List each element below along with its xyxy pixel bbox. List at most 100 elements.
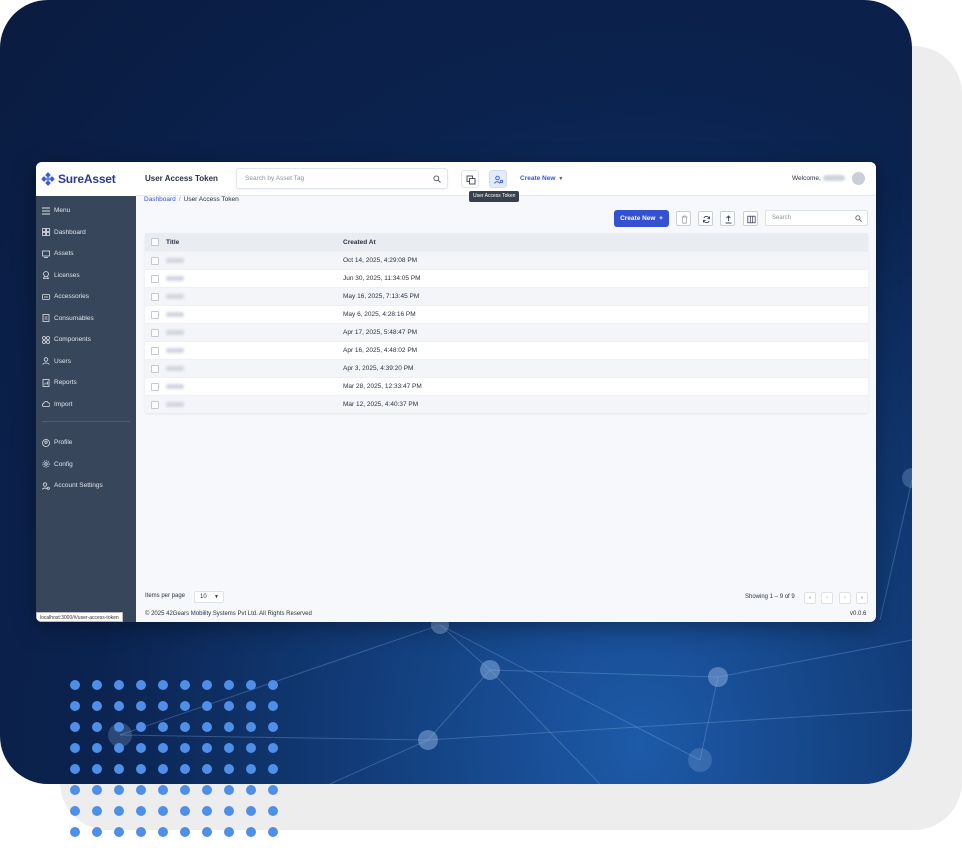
avatar[interactable]: [852, 172, 865, 185]
refresh-button[interactable]: [698, 211, 713, 226]
row-checkbox[interactable]: [151, 347, 159, 355]
table-row[interactable]: Oct 14, 2025, 4:29:08 PM: [145, 251, 868, 269]
main-content: User Access Token Search by Asset Tag Cr…: [136, 162, 876, 622]
decor-dot: [180, 827, 190, 837]
decor-dot: [202, 722, 212, 732]
marketing-frame: SureAsset Menu Dashboard Assets Licenses…: [0, 0, 962, 848]
column-header-created-at[interactable]: Created At: [343, 239, 376, 246]
delete-button[interactable]: [676, 211, 691, 226]
sidebar-item-components[interactable]: Components: [36, 329, 136, 351]
sidebar-item-account-settings[interactable]: Account Settings: [36, 475, 136, 497]
create-new-dropdown[interactable]: Create New ▼: [520, 175, 563, 182]
columns-icon: [747, 215, 756, 224]
decor-dot: [246, 764, 256, 774]
decor-dot: [180, 785, 190, 795]
decor-dot: [136, 701, 146, 711]
decor-dot: [136, 743, 146, 753]
table-row[interactable]: May 6, 2025, 4:28:16 PM: [145, 305, 868, 323]
copy-button[interactable]: [461, 170, 479, 188]
sidebar-item-profile[interactable]: Profile: [36, 432, 136, 454]
user-key-icon: [494, 175, 504, 184]
decor-dot: [114, 680, 124, 690]
row-checkbox[interactable]: [151, 329, 159, 337]
breadcrumb-current: User Access Token: [183, 196, 239, 203]
dot-grid-decoration: [70, 680, 290, 848]
decor-dot: [158, 722, 168, 732]
row-checkbox[interactable]: [151, 293, 159, 301]
decor-dot: [224, 806, 234, 816]
sidebar-item-dashboard[interactable]: Dashboard: [36, 222, 136, 244]
prev-page-button[interactable]: ‹: [821, 592, 833, 604]
decor-dot: [136, 827, 146, 837]
table-search-placeholder: Search: [772, 215, 792, 221]
items-per-page-select[interactable]: 10 ▼: [194, 591, 224, 603]
created-at-cell: Jun 30, 2025, 11:34:05 PM: [343, 275, 421, 282]
sidebar-item-users[interactable]: Users: [36, 351, 136, 373]
sidebar-item-licenses[interactable]: Licenses: [36, 265, 136, 287]
row-checkbox[interactable]: [151, 275, 159, 283]
page-title: User Access Token: [145, 174, 218, 183]
decor-dot: [202, 827, 212, 837]
welcome-text: Welcome,: [792, 175, 845, 182]
decor-dot: [70, 743, 80, 753]
sidebar-item-accessories[interactable]: Accessories: [36, 286, 136, 308]
table-row[interactable]: Apr 3, 2025, 4:39:20 PM: [145, 359, 868, 377]
decor-dot: [268, 722, 278, 732]
token-title-blurred: [166, 402, 184, 407]
created-at-cell: Apr 3, 2025, 4:39:20 PM: [343, 365, 414, 372]
breadcrumb: Dashboard / User Access Token: [144, 196, 239, 203]
sidebar-item-menu[interactable]: Menu: [36, 200, 136, 222]
asset-tag-search-input[interactable]: Search by Asset Tag: [236, 168, 448, 189]
select-all-checkbox[interactable]: [151, 238, 159, 246]
table-row[interactable]: May 16, 2025, 7:13:45 PM: [145, 287, 868, 305]
sidebar-item-label: Profile: [54, 439, 73, 447]
table-row[interactable]: Apr 17, 2025, 5:48:47 PM: [145, 323, 868, 341]
next-page-button[interactable]: ›: [839, 592, 851, 604]
row-checkbox[interactable]: [151, 383, 159, 391]
table-row[interactable]: Mar 28, 2025, 12:33:47 PM: [145, 377, 868, 395]
sidebar-item-label: Accessories: [54, 293, 90, 301]
created-at-cell: Mar 28, 2025, 12:33:47 PM: [343, 383, 422, 390]
sidebar-item-reports[interactable]: Reports: [36, 372, 136, 394]
export-button[interactable]: [720, 211, 735, 226]
decor-dot: [246, 701, 256, 711]
decor-dot: [224, 785, 234, 795]
decor-dot: [136, 680, 146, 690]
logo-text: SureAsset: [58, 172, 116, 186]
columns-button[interactable]: [743, 211, 758, 226]
sidebar-item-consumables[interactable]: Consumables: [36, 308, 136, 330]
trash-icon: [681, 215, 688, 224]
table-row[interactable]: Jun 30, 2025, 11:34:05 PM: [145, 269, 868, 287]
sidebar-item-label: Users: [54, 357, 71, 365]
row-checkbox[interactable]: [151, 311, 159, 319]
decor-dot: [70, 722, 80, 732]
decor-dot: [224, 701, 234, 711]
plus-icon: +: [659, 215, 663, 222]
table-search-input[interactable]: Search: [765, 210, 868, 226]
last-page-button[interactable]: »: [856, 592, 868, 604]
column-header-title[interactable]: Title: [166, 239, 179, 246]
create-new-button[interactable]: Create New +: [614, 210, 669, 227]
row-checkbox[interactable]: [151, 365, 159, 373]
breadcrumb-dashboard-link[interactable]: Dashboard: [144, 196, 176, 203]
first-page-button[interactable]: «: [804, 592, 816, 604]
row-checkbox[interactable]: [151, 257, 159, 265]
decor-dot: [158, 806, 168, 816]
decor-dot: [114, 722, 124, 732]
breadcrumb-separator: /: [178, 196, 181, 203]
sidebar-item-assets[interactable]: Assets: [36, 243, 136, 265]
logo[interactable]: SureAsset: [36, 162, 136, 196]
create-new-label: Create New: [520, 175, 556, 182]
table-row[interactable]: Mar 12, 2025, 4:40:37 PM: [145, 395, 868, 413]
items-per-page-label: Items per page: [145, 593, 186, 599]
decor-dot: [158, 785, 168, 795]
table-row[interactable]: Apr 16, 2025, 4:48:02 PM: [145, 341, 868, 359]
token-title-blurred: [166, 294, 184, 299]
sidebar-item-config[interactable]: Config: [36, 454, 136, 476]
row-checkbox[interactable]: [151, 401, 159, 409]
sidebar-item-import[interactable]: Import: [36, 394, 136, 416]
decor-dot: [70, 827, 80, 837]
sidebar-item-label: Account Settings: [54, 482, 103, 490]
user-access-token-button[interactable]: [489, 170, 507, 188]
token-title-blurred: [166, 258, 184, 263]
